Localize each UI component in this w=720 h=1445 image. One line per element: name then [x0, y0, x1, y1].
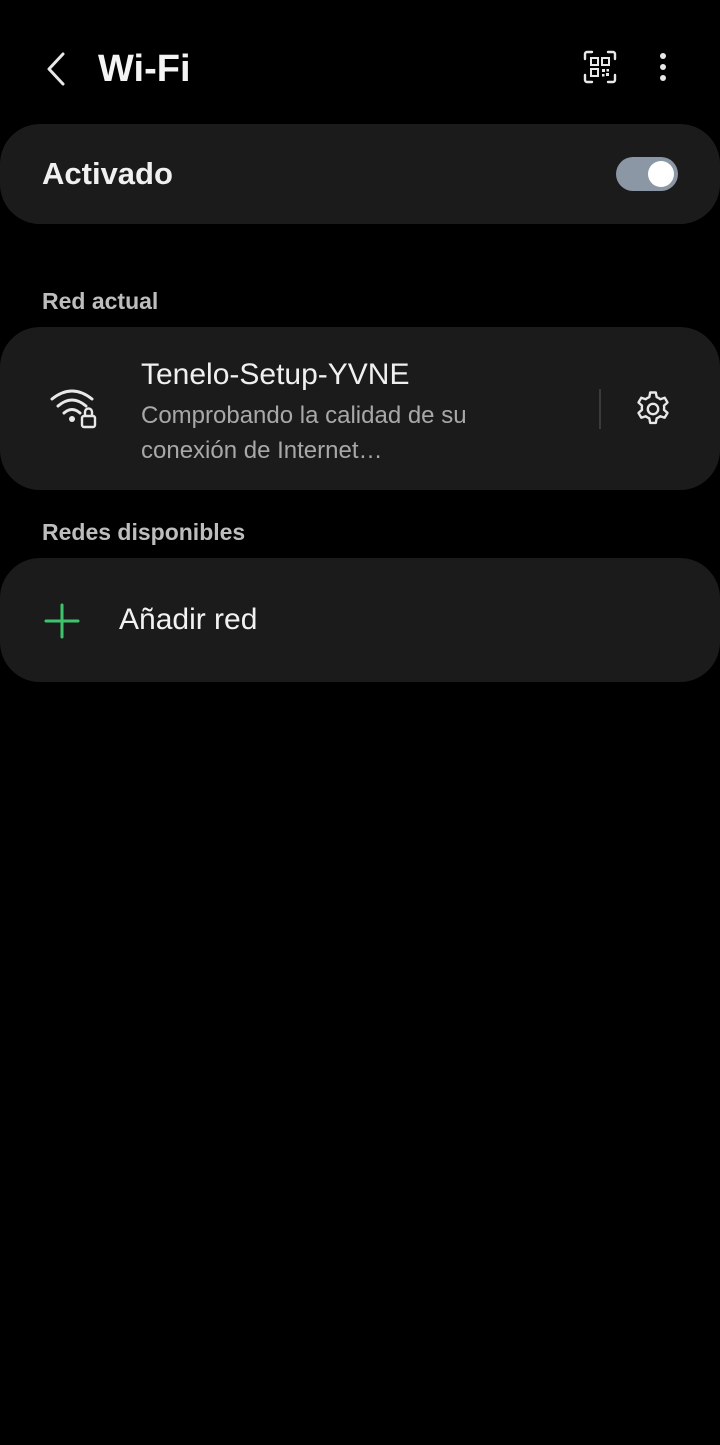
available-networks-section-label: Redes disponibles [42, 519, 246, 545]
add-network-label: Añadir red [119, 603, 258, 636]
gear-icon [637, 391, 669, 425]
network-settings-button[interactable] [630, 386, 676, 432]
wifi-toggle-switch[interactable] [616, 157, 678, 191]
qr-scan-button[interactable] [578, 44, 622, 90]
wifi-toggle-card[interactable]: Activado [0, 124, 720, 224]
divider [599, 389, 601, 429]
plus-icon [44, 603, 80, 639]
wifi-lock-icon [50, 389, 97, 429]
more-options-button[interactable] [644, 44, 682, 90]
current-network-section-label: Red actual [42, 288, 159, 314]
wifi-toggle-label: Activado [42, 156, 173, 191]
more-vertical-icon [660, 53, 666, 81]
add-network-button[interactable] [0, 558, 720, 682]
app-bar: Wi-Fi [0, 0, 720, 130]
chevron-left-icon [47, 52, 65, 86]
back-button[interactable] [36, 44, 76, 94]
page-title: Wi-Fi [98, 48, 191, 90]
network-name: Tenelo-Setup-YVNE [141, 358, 410, 391]
switch-knob [648, 161, 674, 187]
qr-scan-icon [583, 50, 617, 84]
network-status: Comprobando la calidad de su conexión de… [141, 402, 467, 464]
